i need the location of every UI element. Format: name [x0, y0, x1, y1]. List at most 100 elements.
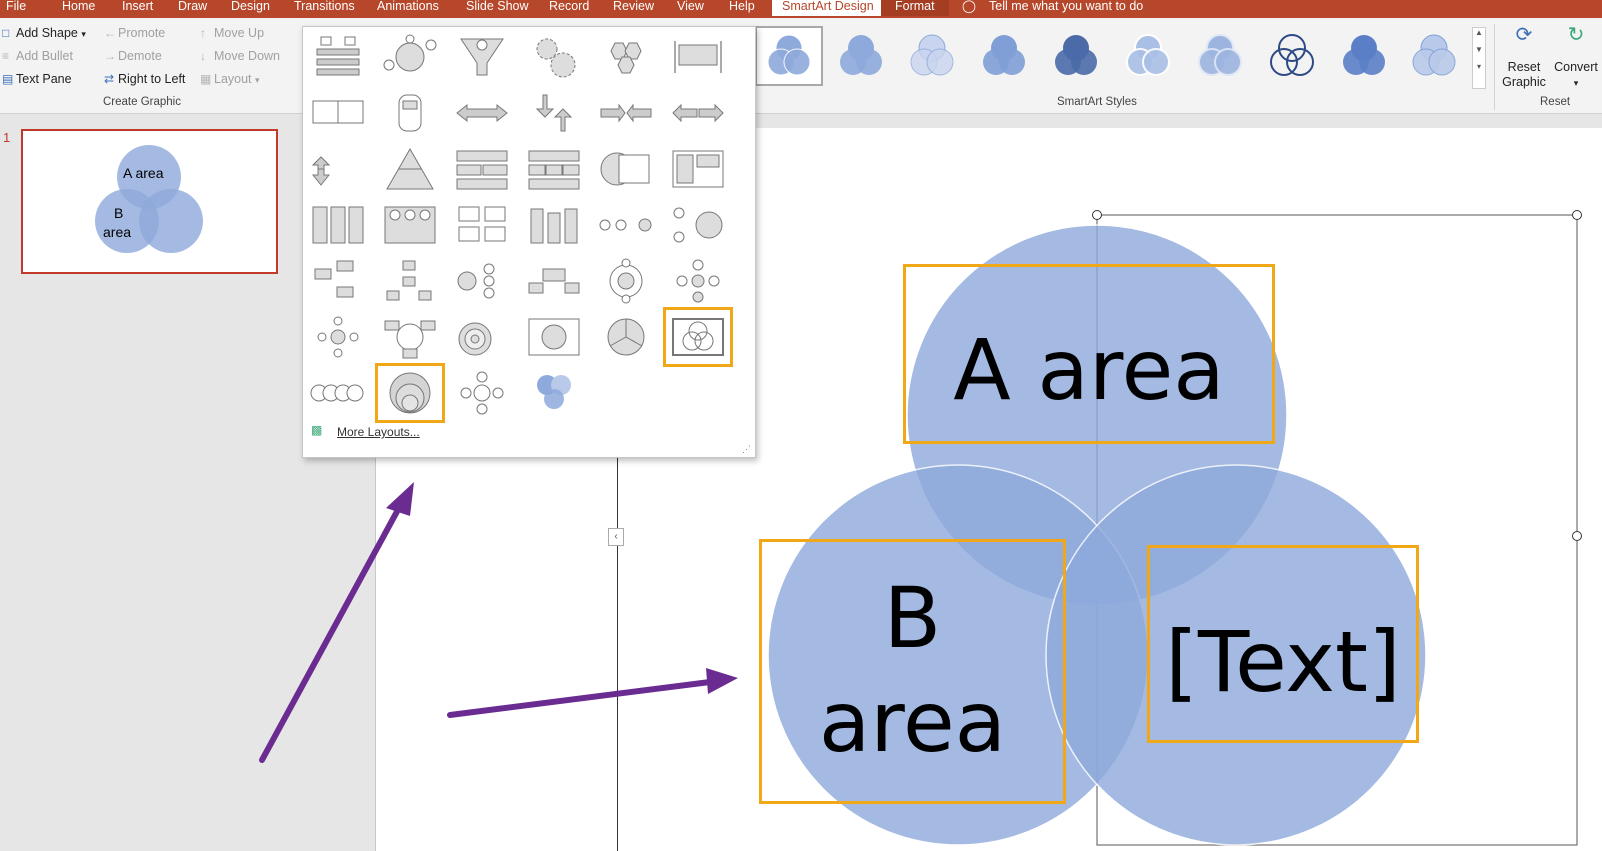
gallery-more-icon[interactable]: ▾ — [1473, 62, 1485, 71]
more-layouts-link[interactable]: More Layouts... — [337, 425, 420, 439]
tab-record[interactable]: Record — [549, 0, 589, 16]
tab-animations[interactable]: Animations — [377, 0, 439, 16]
layout-colored-venn[interactable] — [523, 367, 585, 419]
add-bullet-button[interactable]: ≡ Add Bullet — [2, 49, 73, 63]
layout-pie[interactable] — [595, 311, 657, 363]
layout-equation[interactable] — [595, 199, 657, 251]
tab-file[interactable]: File — [6, 0, 26, 16]
move-up-button[interactable]: ↑ Move Up — [200, 26, 264, 40]
layout-vertical-box-list[interactable] — [307, 199, 369, 251]
layout-diverging-arrows[interactable] — [667, 87, 729, 139]
layout-converging-arrows[interactable] — [595, 87, 657, 139]
add-shape-button[interactable]: □ Add Shape ▾ — [2, 26, 86, 40]
reset-graphic-icon: ⟳ — [1515, 24, 1533, 46]
layout-nested-list[interactable] — [451, 199, 513, 251]
venn-label-b[interactable]: B — [759, 572, 1066, 664]
right-to-left-button[interactable]: ⇄ Right to Left — [104, 72, 185, 86]
layout-basic-radial[interactable] — [667, 255, 729, 307]
tab-draw[interactable]: Draw — [178, 0, 207, 16]
layout-counterbalance-arrows[interactable] — [523, 87, 585, 139]
tab-review[interactable]: Review — [613, 0, 654, 16]
demote-button[interactable]: → Demote — [104, 49, 162, 63]
styles-gallery-scroll[interactable]: ▲ ▼ ▾ — [1472, 27, 1486, 89]
layout-funnel[interactable] — [451, 31, 513, 83]
slide-number: 1 — [3, 130, 11, 145]
layout-balance-list[interactable] — [307, 87, 369, 139]
layout-circle-hierarchy[interactable] — [451, 255, 513, 307]
tab-slide-show[interactable]: Slide Show — [466, 0, 529, 16]
layout-basic-venn[interactable] — [663, 307, 733, 367]
layout-segmented-table[interactable] — [523, 143, 585, 195]
tab-design[interactable]: Design — [231, 0, 270, 16]
layout-org-chart[interactable] — [307, 255, 369, 307]
smartart-icon: ▩ — [311, 423, 323, 437]
group-separator — [1494, 24, 1495, 110]
tell-me-search[interactable]: Tell me what you want to do — [989, 0, 1143, 16]
venn-label-c[interactable]: [Text] — [1147, 616, 1419, 708]
scroll-up-icon[interactable]: ▲ — [1473, 28, 1485, 37]
convert-button[interactable]: Convert ▾ — [1550, 60, 1602, 91]
layout-cycle-segments[interactable] — [523, 311, 585, 363]
tab-insert[interactable]: Insert — [122, 0, 153, 16]
layout-hexagon-cluster[interactable] — [595, 31, 657, 83]
layout-button[interactable]: ▦ Layout ▾ — [200, 72, 260, 86]
smartart-style-8[interactable] — [1258, 26, 1326, 86]
layout-picture-grid[interactable] — [667, 143, 729, 195]
smartart-style-1[interactable] — [755, 26, 823, 86]
layout-bar-columns[interactable] — [523, 199, 585, 251]
layout-cycle-arrows[interactable] — [379, 87, 441, 139]
org-chart-icon: ▦ — [200, 72, 212, 86]
ribbon: □ Add Shape ▾ ≡ Add Bullet ▤ Text Pane ← Pro… — [0, 18, 1602, 114]
smartart-style-6[interactable] — [1114, 26, 1182, 86]
smartart-style-3[interactable] — [898, 26, 966, 86]
tab-format[interactable]: Format — [881, 0, 949, 16]
move-down-button[interactable]: ↓ Move Down — [200, 49, 280, 63]
venn-label-b-line2[interactable]: area — [759, 676, 1066, 768]
slide-thumbnail[interactable]: A area B area — [21, 129, 278, 274]
smartart-style-9[interactable] — [1330, 26, 1398, 86]
layout-up-down-arrows[interactable] — [307, 143, 369, 195]
reset-graphic-button[interactable]: Reset Graphic — [1500, 60, 1548, 90]
smartart-layouts-dropdown: More Layouts... ▩ ⋰ — [302, 26, 756, 458]
layout-gear[interactable] — [523, 31, 585, 83]
tab-help[interactable]: Help — [729, 0, 755, 16]
smartart-style-10[interactable] — [1400, 26, 1468, 86]
lightbulb-icon: ◯ — [962, 0, 976, 13]
swap-icon: ⇄ — [104, 72, 115, 86]
collapse-text-pane-icon[interactable]: ‹ — [608, 528, 624, 546]
scroll-down-icon[interactable]: ▼ — [1473, 45, 1485, 54]
tab-smartart-design[interactable]: SmartArt Design — [772, 0, 884, 16]
tab-home[interactable]: Home — [62, 0, 95, 16]
layout-target[interactable] — [451, 311, 513, 363]
smartart-style-7[interactable] — [1186, 26, 1254, 86]
layout-bracket-list[interactable] — [667, 31, 729, 83]
layout-vertical-equation[interactable] — [667, 199, 729, 251]
layout-stacked-list[interactable] — [307, 31, 369, 83]
reset-group-label: Reset — [1540, 96, 1571, 108]
tab-transitions[interactable]: Transitions — [294, 0, 355, 16]
layout-radial-cycle[interactable] — [595, 255, 657, 307]
smartart-style-4[interactable] — [970, 26, 1038, 86]
smartart-style-5[interactable] — [1042, 26, 1110, 86]
layout-table-hierarchy[interactable] — [451, 143, 513, 195]
chevron-down-icon: ▾ — [1573, 78, 1579, 88]
resize-grip-icon[interactable]: ⋰ — [742, 444, 751, 455]
layout-circle-picture-list[interactable] — [379, 199, 441, 251]
layout-diamond-flow[interactable] — [523, 255, 585, 307]
layout-opposing-arrows[interactable] — [451, 87, 513, 139]
layout-target-list[interactable] — [595, 143, 657, 195]
layout-converging-radial[interactable] — [307, 311, 369, 363]
tab-view[interactable]: View — [677, 0, 704, 16]
text-pane-button[interactable]: ▤ Text Pane — [2, 72, 72, 86]
layout-stacked-venn[interactable] — [375, 363, 445, 423]
venn-label-a[interactable]: A area — [903, 325, 1275, 415]
promote-button[interactable]: ← Promote — [104, 26, 165, 40]
arrow-down-icon: ↓ — [200, 49, 206, 63]
layout-pyramid[interactable] — [379, 143, 441, 195]
layout-radial-venn[interactable] — [451, 367, 513, 419]
layout-radial-hierarchy[interactable] — [379, 255, 441, 307]
smartart-style-2[interactable] — [827, 26, 895, 86]
layout-circle-relationship[interactable] — [379, 31, 441, 83]
layout-cycle-matrix[interactable] — [379, 311, 441, 363]
layout-linear-venn[interactable] — [307, 367, 369, 419]
